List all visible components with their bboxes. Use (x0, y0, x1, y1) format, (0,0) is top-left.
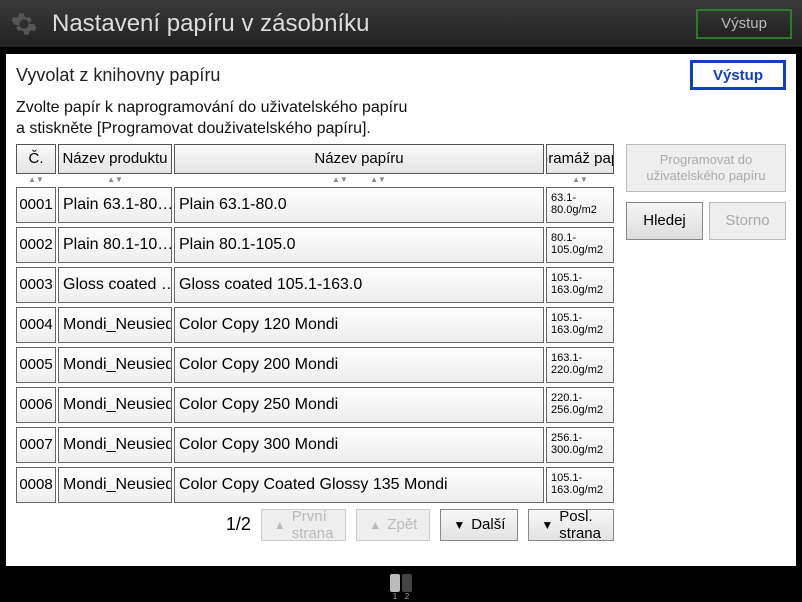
cell-product[interactable]: Mondi_Neusied… (58, 347, 172, 383)
cell-product[interactable]: Mondi_Neusied… (58, 427, 172, 463)
sort-indicator: ▲▼ (16, 175, 56, 185)
cell-name[interactable]: Color Copy 300 Mondi (174, 427, 544, 463)
tray-1-icon (390, 574, 400, 592)
cell-number[interactable]: 0004 (16, 307, 56, 343)
col-header-product[interactable]: Název produktu (58, 144, 172, 174)
cell-weight[interactable]: 105.1-163.0g/m2 (546, 307, 614, 343)
cell-name[interactable]: Plain 80.1-105.0 (174, 227, 544, 263)
cell-name[interactable]: Color Copy Coated Glossy 135 Mondi (174, 467, 544, 503)
program-to-user-paper-button: Programovat do uživatelského papíru (626, 144, 786, 192)
table-row[interactable]: 0005Mondi_Neusied…Color Copy 200 Mondi16… (16, 347, 614, 383)
cell-weight[interactable]: 256.1-300.0g/m2 (546, 427, 614, 463)
next-page-button[interactable]: ▼Další (440, 509, 518, 541)
cell-name[interactable]: Plain 63.1-80.0 (174, 187, 544, 223)
sort-indicator: ▲▼ (58, 175, 172, 185)
table-row[interactable]: 0003Gloss coated …Gloss coated 105.1-163… (16, 267, 614, 303)
table-row[interactable]: 0002Plain 80.1-10…Plain 80.1-105.080.1-1… (16, 227, 614, 263)
gear-icon (10, 10, 38, 38)
instructions: Zvolte papír k naprogramování do uživate… (16, 98, 786, 140)
table-row[interactable]: 0007Mondi_Neusied…Color Copy 300 Mondi25… (16, 427, 614, 463)
cell-product[interactable]: Plain 63.1-80… (58, 187, 172, 223)
table-row[interactable]: 0006Mondi_Neusied…Color Copy 250 Mondi22… (16, 387, 614, 423)
cell-number[interactable]: 0003 (16, 267, 56, 303)
cell-weight[interactable]: 220.1-256.0g/m2 (546, 387, 614, 423)
titlebar: Nastavení papíru v zásobníku Výstup (0, 0, 802, 48)
cell-weight[interactable]: 80.1-105.0g/m2 (546, 227, 614, 263)
cell-weight[interactable]: 63.1-80.0g/m2 (546, 187, 614, 223)
cancel-button: Storno (709, 202, 786, 240)
cell-weight[interactable]: 163.1-220.0g/m2 (546, 347, 614, 383)
col-header-name[interactable]: Název papíru (174, 144, 544, 174)
cell-product[interactable]: Mondi_Neusied… (58, 467, 172, 503)
cell-name[interactable]: Color Copy 120 Mondi (174, 307, 544, 343)
cell-weight[interactable]: 105.1-163.0g/m2 (546, 467, 614, 503)
cell-number[interactable]: 0005 (16, 347, 56, 383)
cell-number[interactable]: 0001 (16, 187, 56, 223)
pager: 1/2 ▲První strana ▲Zpět ▼Další ▼Posl. st… (16, 503, 614, 541)
cell-name[interactable]: Gloss coated 105.1-163.0 (174, 267, 544, 303)
output-button[interactable]: Výstup (690, 60, 786, 90)
section-title: Vyvolat z knihovny papíru (16, 65, 690, 86)
cell-product[interactable]: Gloss coated … (58, 267, 172, 303)
table-row[interactable]: 0008Mondi_Neusied…Color Copy Coated Glos… (16, 467, 614, 503)
output-button-top[interactable]: Výstup (696, 9, 792, 39)
cell-name[interactable]: Color Copy 250 Mondi (174, 387, 544, 423)
paper-table: Č. Název produktu Název papíru Gramáž pa… (16, 144, 614, 560)
last-page-button[interactable]: ▼Posl. strana (528, 509, 614, 541)
col-header-weight[interactable]: Gramáž pap. (546, 144, 614, 174)
sort-indicator: ▲▼ (546, 175, 614, 185)
cell-number[interactable]: 0002 (16, 227, 56, 263)
table-row[interactable]: 0001Plain 63.1-80…Plain 63.1-80.063.1-80… (16, 187, 614, 223)
page-indicator: 1/2 (226, 514, 251, 535)
sort-indicator: ▲▼ ▲▼ (174, 175, 544, 185)
prev-page-button: ▲Zpět (356, 509, 430, 541)
first-page-button: ▲První strana (261, 509, 347, 541)
cell-number[interactable]: 0008 (16, 467, 56, 503)
cell-weight[interactable]: 105.1-163.0g/m2 (546, 267, 614, 303)
page-title: Nastavení papíru v zásobníku (52, 10, 696, 38)
status-strip: 1 2 (0, 572, 802, 602)
cell-product[interactable]: Mondi_Neusied… (58, 307, 172, 343)
search-button[interactable]: Hledej (626, 202, 703, 240)
cell-number[interactable]: 0007 (16, 427, 56, 463)
table-row[interactable]: 0004Mondi_Neusied…Color Copy 120 Mondi10… (16, 307, 614, 343)
col-header-number[interactable]: Č. (16, 144, 56, 174)
cell-product[interactable]: Plain 80.1-10… (58, 227, 172, 263)
cell-name[interactable]: Color Copy 200 Mondi (174, 347, 544, 383)
tray-2-icon (402, 574, 412, 592)
cell-number[interactable]: 0006 (16, 387, 56, 423)
cell-product[interactable]: Mondi_Neusied… (58, 387, 172, 423)
